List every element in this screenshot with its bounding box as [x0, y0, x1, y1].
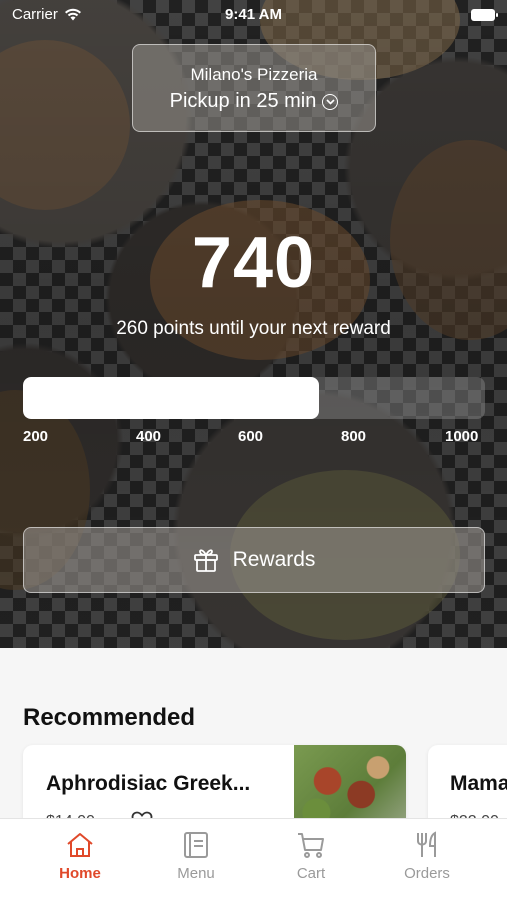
tick-label: 800	[341, 428, 367, 445]
rewards-progress-bar	[23, 377, 485, 419]
tick-label: 200	[23, 428, 49, 445]
points-until-reward: 260 points until your next reward	[116, 318, 391, 339]
tab-label: Menu	[177, 865, 215, 882]
recommended-heading: Recommended	[23, 704, 196, 731]
cart-icon	[298, 833, 324, 858]
tab-menu[interactable]: Menu	[151, 831, 241, 882]
pickup-time: Pickup in 25 min	[169, 90, 317, 112]
tab-label: Cart	[296, 865, 326, 882]
chevron-down-icon	[322, 93, 339, 110]
menu-icon	[184, 832, 208, 858]
store-name: Milano's Pizzeria	[190, 65, 318, 84]
tick-label: 1000	[445, 428, 479, 445]
tick-label: 600	[238, 428, 264, 445]
store-pickup-selector[interactable]: Milano's Pizzeria Pickup in 25 min	[132, 44, 376, 132]
tab-cart[interactable]: Cart	[266, 831, 356, 882]
status-bar: Carrier 9:41 AM	[0, 0, 507, 30]
tab-label: Orders	[404, 865, 450, 882]
tab-label: Home	[59, 865, 101, 882]
home-icon	[67, 833, 93, 857]
hero-banner: Carrier 9:41 AM Milano's Pizzeria Pickup…	[0, 0, 507, 648]
gift-icon	[193, 549, 218, 572]
battery-icon	[471, 9, 498, 21]
item-name: Mama	[450, 772, 507, 795]
clock: 9:41 AM	[225, 6, 282, 23]
bottom-tab-bar: Home Menu Cart Orders	[0, 818, 507, 900]
item-name: Aphrodisiac Greek...	[46, 772, 251, 795]
fork-knife-icon	[417, 831, 436, 857]
rewards-progress-fill	[23, 377, 319, 419]
rewards-button[interactable]: Rewards	[23, 527, 485, 593]
progress-tick-labels: 200 400 600 800 1000	[0, 428, 507, 448]
tab-orders[interactable]: Orders	[382, 831, 472, 882]
tick-label: 400	[136, 428, 162, 445]
tab-home[interactable]: Home	[35, 831, 125, 882]
points-balance: 740	[191, 223, 316, 303]
rewards-button-label: Rewards	[232, 548, 316, 571]
